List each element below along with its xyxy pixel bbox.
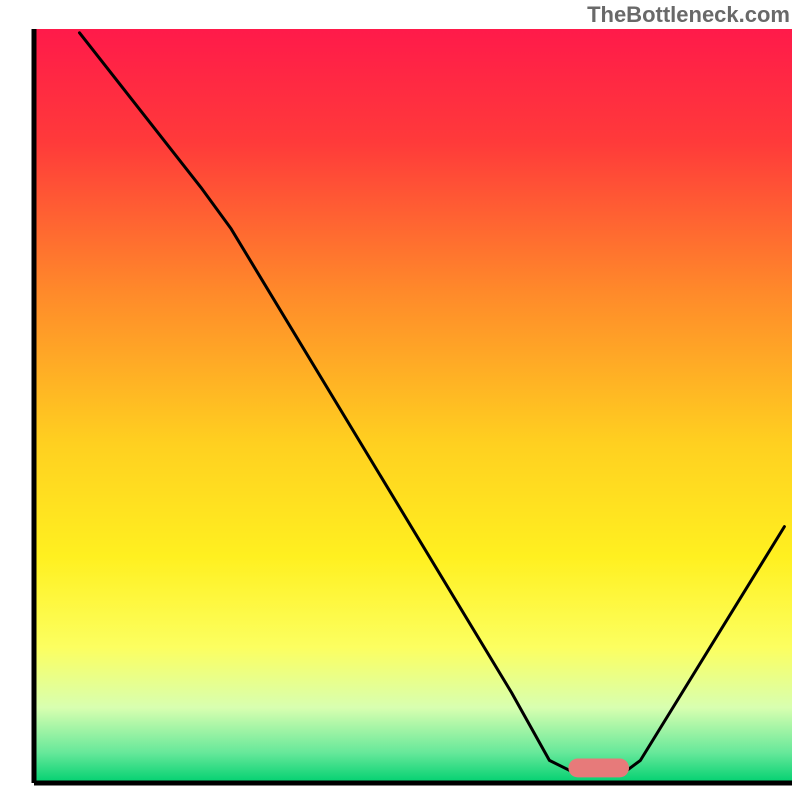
watermark-text: TheBottleneck.com (587, 2, 790, 28)
gradient-background (34, 29, 792, 783)
optimal-marker (568, 758, 629, 777)
chart-svg (0, 0, 800, 800)
bottleneck-chart: TheBottleneck.com (0, 0, 800, 800)
